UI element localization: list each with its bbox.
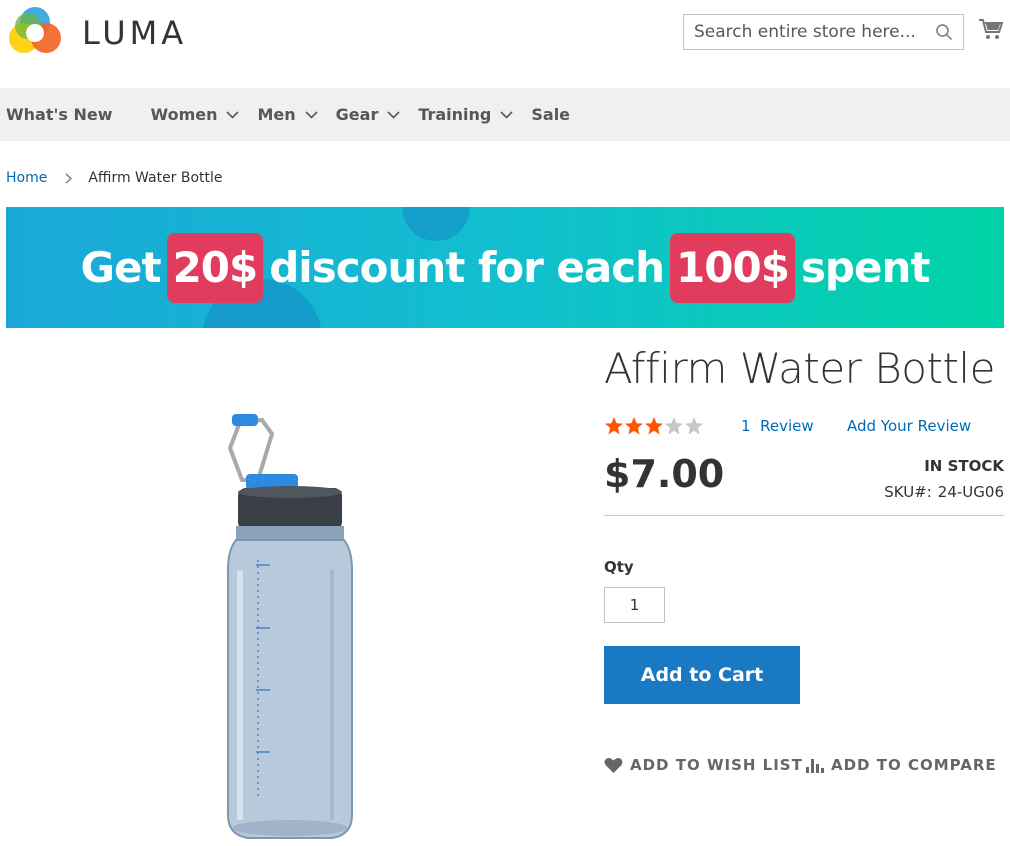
nav-item-label: Gear [335,105,379,124]
rating-stars [604,416,704,436]
heart-icon [604,757,623,773]
store-logo[interactable]: LUMA [6,4,196,62]
nav-item-label: Training [418,105,492,124]
search-icon[interactable] [935,23,953,41]
nav-item-gear[interactable]: Gear [336,105,401,124]
chevron-down-icon [226,110,240,119]
nav-item-label: What's New [6,105,113,124]
star-filled-icon [625,417,643,435]
product-sku: SKU#: 24-UG06 [884,483,1004,501]
luma-logo-icon [9,7,61,53]
nav-item-label: Men [257,105,296,124]
nav-item-label: Women [150,105,218,124]
star-filled-icon [605,417,623,435]
add-to-wishlist-link[interactable]: ADD TO WISH LIST [604,756,803,774]
breadcrumb-current: Affirm Water Bottle [88,170,223,186]
cart-icon[interactable] [978,16,1004,42]
banner-text-part: Get [80,243,162,292]
qty-input[interactable] [604,587,665,623]
promo-banner[interactable]: Get 20$ discount for each 100$ spent [6,207,1004,328]
banner-text: Get 20$ discount for each 100$ spent [6,207,1004,328]
nav-item-sale[interactable]: Sale [531,105,570,124]
breadcrumb: Home Affirm Water Bottle [6,170,223,186]
star-filled-icon [645,417,663,435]
product-rating [604,416,704,436]
banner-highlight: 100$ [670,232,795,303]
chevron-down-icon [387,110,400,119]
qty-label: Qty [604,558,634,576]
compare-icon [806,759,824,773]
divider [604,515,1004,516]
banner-text-part: discount for each [269,243,665,292]
search-box [683,14,964,50]
search-input[interactable] [684,15,963,49]
product-price: $7.00 [604,452,725,496]
star-empty-icon [685,417,703,435]
reviews-count: 1 [741,417,751,435]
add-to-cart-button[interactable]: Add to Cart [604,646,800,704]
nav-item-label: Sale [531,105,571,124]
wishlist-label: ADD TO WISH LIST [630,756,803,774]
compare-label: ADD TO COMPARE [831,756,997,774]
banner-text-part: spent [800,243,931,292]
product-title: Affirm Water Bottle [604,344,995,393]
reviews-label: Review [760,417,814,435]
stock-status: IN STOCK [924,457,1004,475]
chevron-right-icon [65,172,73,184]
nav-item-men[interactable]: Men [257,105,318,124]
breadcrumb-home-link[interactable]: Home [6,170,47,186]
add-review-link[interactable]: Add Your Review [847,417,971,435]
logo-text: LUMA [82,14,188,52]
page-header: LUMA [0,0,1010,88]
reviews-link[interactable]: 1 Review [741,417,814,435]
nav-item-women[interactable]: Women [151,105,240,124]
sku-value: 24-UG06 [937,483,1004,501]
sku-label: SKU#: [884,483,932,501]
main-navigation: What's New Women Men Gear Training Sale [0,88,1010,141]
add-to-compare-link[interactable]: ADD TO COMPARE [805,756,997,774]
nav-item-training[interactable]: Training [418,105,513,124]
chevron-down-icon [305,110,318,119]
banner-highlight: 20$ [166,232,264,303]
nav-item-whats-new[interactable]: What's New [6,105,113,124]
product-image[interactable] [200,410,370,842]
chevron-down-icon [500,110,513,119]
star-empty-icon [665,417,683,435]
